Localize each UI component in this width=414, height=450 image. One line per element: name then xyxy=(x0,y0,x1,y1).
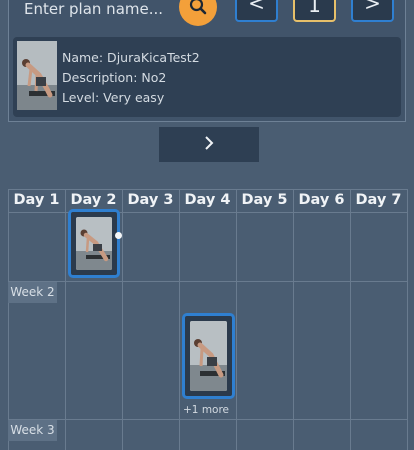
grid-line xyxy=(407,189,408,450)
grid-line xyxy=(236,189,237,450)
page-number: 1 xyxy=(293,0,336,22)
plan-description: Description: No2 xyxy=(62,70,167,85)
grid-line xyxy=(350,189,351,450)
plan-card[interactable]: Name: DjuraKicaTest2 Description: No2 Le… xyxy=(13,37,401,117)
day-header: Day 6 xyxy=(298,192,345,208)
day-header: Day 1 xyxy=(13,192,60,208)
workout-card[interactable] xyxy=(68,209,120,278)
week-label: Week 3 xyxy=(8,420,57,441)
day-header: Day 3 xyxy=(127,192,174,208)
next-page-button[interactable]: > xyxy=(351,0,394,22)
more-workouts-link[interactable]: +1 more xyxy=(183,404,229,416)
workout-card[interactable] xyxy=(182,313,235,399)
search-input[interactable] xyxy=(24,0,174,18)
workout-thumbnail xyxy=(190,321,227,391)
plan-thumbnail xyxy=(17,41,57,110)
drag-handle[interactable] xyxy=(115,232,122,239)
grid-line xyxy=(179,189,180,450)
grid-line xyxy=(65,189,66,450)
grid-line xyxy=(8,281,408,282)
grid-line xyxy=(8,419,408,420)
day-header: Day 7 xyxy=(355,192,402,208)
prev-page-button[interactable]: < xyxy=(235,0,278,22)
day-header: Day 5 xyxy=(241,192,288,208)
week-label: Week 2 xyxy=(8,282,57,303)
grid-line xyxy=(293,189,294,450)
plan-name: Name: DjuraKicaTest2 xyxy=(62,50,200,65)
plan-level: Level: Very easy xyxy=(62,90,165,105)
plan-info: Name: DjuraKicaTest2 Description: No2 Le… xyxy=(62,48,200,108)
grid-line xyxy=(8,189,9,450)
search-icon xyxy=(189,0,207,18)
expand-button[interactable] xyxy=(159,127,259,162)
chevron-right-icon xyxy=(204,136,214,153)
day-header: Day 4 xyxy=(184,192,231,208)
grid-line xyxy=(122,189,123,450)
weekly-calendar: Day 1 Day 2 Day 3 Day 4 Day 5 Day 6 Day … xyxy=(8,189,408,450)
workout-thumbnail xyxy=(76,217,112,270)
